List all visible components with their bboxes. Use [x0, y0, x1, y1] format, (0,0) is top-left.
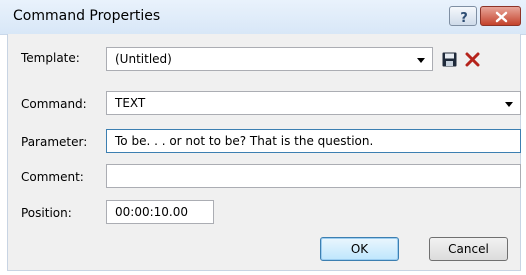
cancel-button[interactable]: Cancel: [429, 237, 508, 261]
chevron-down-icon[interactable]: [417, 58, 425, 63]
ok-button[interactable]: OK: [320, 237, 399, 261]
command-properties-window: Command Properties ? Template: (Untitled…: [0, 0, 526, 275]
help-button[interactable]: ?: [449, 6, 477, 26]
window-title: Command Properties: [13, 8, 161, 24]
template-label: Template:: [21, 51, 80, 65]
template-value: (Untitled): [115, 52, 172, 66]
dialog-body: Template: (Untitled) Command: TEXT Param…: [7, 34, 521, 271]
close-button[interactable]: [480, 6, 521, 26]
position-label: Position:: [21, 206, 72, 220]
chevron-down-icon[interactable]: [505, 102, 513, 107]
template-combobox[interactable]: (Untitled): [106, 47, 433, 71]
command-combobox[interactable]: TEXT: [106, 91, 521, 115]
comment-input[interactable]: [106, 164, 521, 188]
floppy-disk-icon[interactable]: [442, 52, 457, 67]
delete-x-icon[interactable]: [465, 52, 480, 67]
command-value: TEXT: [115, 96, 146, 110]
question-mark-icon: ?: [460, 11, 468, 26]
title-bar[interactable]: Command Properties ?: [0, 0, 526, 35]
close-icon: [495, 11, 508, 23]
parameter-label: Parameter:: [21, 135, 88, 149]
position-input[interactable]: 00:00:10.00: [106, 200, 214, 224]
parameter-input[interactable]: To be. . . or not to be? That is the que…: [106, 129, 521, 153]
comment-label: Comment:: [21, 170, 84, 184]
command-label: Command:: [21, 97, 87, 111]
svg-text:?: ?: [460, 11, 468, 26]
